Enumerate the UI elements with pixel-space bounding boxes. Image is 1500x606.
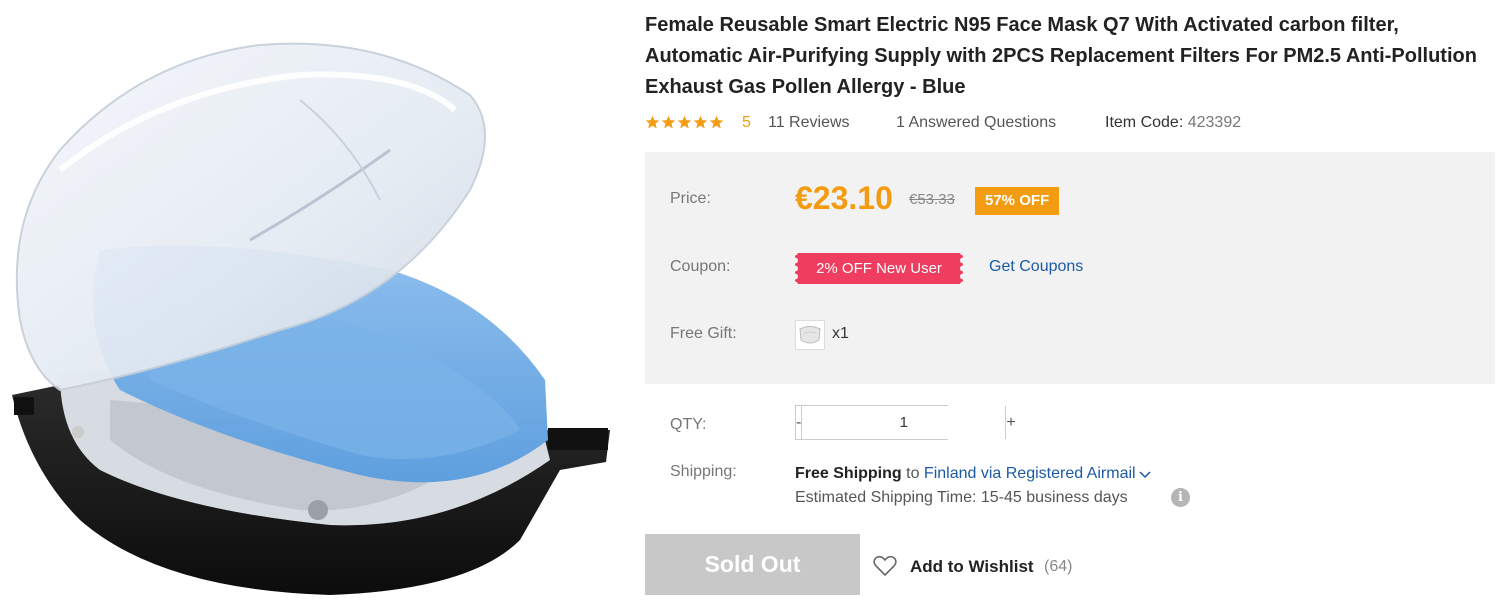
current-price: €23.10: [795, 180, 893, 216]
sold-out-button[interactable]: Sold Out: [645, 534, 860, 595]
star-icon: [709, 115, 724, 129]
wishlist-count: (64): [1044, 558, 1073, 575]
free-shipping-text: Free Shipping: [795, 465, 902, 482]
item-code: Item Code: 423392: [1105, 114, 1241, 132]
shipping-estimate: Estimated Shipping Time: 15-45 business …: [795, 489, 1128, 506]
star-icon: [645, 115, 660, 129]
answered-questions-link[interactable]: 1 Answered Questions: [896, 114, 1056, 132]
free-gift-label: Free Gift:: [670, 325, 737, 342]
item-code-value: 423392: [1187, 114, 1242, 131]
rating-value: 5: [742, 114, 751, 131]
wishlist-label: Add to Wishlist: [910, 557, 1034, 576]
coupon-label: Coupon:: [670, 258, 731, 275]
shipping-method: Free Shipping to Finland via Registered …: [795, 465, 1151, 483]
original-price: €53.33: [909, 191, 955, 208]
star-icon: [693, 115, 708, 129]
get-coupons-link[interactable]: Get Coupons: [989, 258, 1083, 276]
rating-stars: [645, 115, 724, 130]
chevron-down-icon: [1139, 471, 1151, 478]
star-icon: [661, 115, 676, 129]
shipping-to-text: to: [906, 465, 920, 482]
rating-bar: 5 11 Reviews 1 Answered Questions Item C…: [645, 113, 1495, 135]
reviews-link[interactable]: 11 Reviews: [768, 114, 850, 132]
item-code-label: Item Code:: [1105, 114, 1184, 131]
info-icon[interactable]: i: [1171, 488, 1190, 507]
product-image[interactable]: [0, 0, 630, 606]
shipping-destination-select[interactable]: Finland via Registered Airmail: [924, 465, 1151, 482]
shipping-label: Shipping:: [670, 463, 737, 480]
star-icon: [677, 115, 692, 129]
product-title: Female Reusable Smart Electric N95 Face …: [645, 14, 1477, 98]
discount-badge: 57% OFF: [975, 187, 1060, 215]
coupon-ticket[interactable]: 2% OFF New User: [795, 253, 963, 284]
gift-quantity: x1: [832, 325, 849, 342]
qty-increase-button[interactable]: +: [1005, 406, 1016, 439]
quantity-stepper: - +: [795, 405, 1016, 440]
price-panel: Price: €23.10 €53.33 57% OFF Coupon: 2% …: [645, 152, 1495, 384]
heart-icon: [873, 555, 897, 577]
price-label: Price:: [670, 190, 711, 207]
shipping-destination-label: Finland via Registered Airmail: [923, 465, 1136, 482]
mask-gift-icon[interactable]: [795, 320, 825, 350]
qty-input[interactable]: [802, 406, 1006, 439]
qty-label: QTY:: [670, 416, 707, 433]
